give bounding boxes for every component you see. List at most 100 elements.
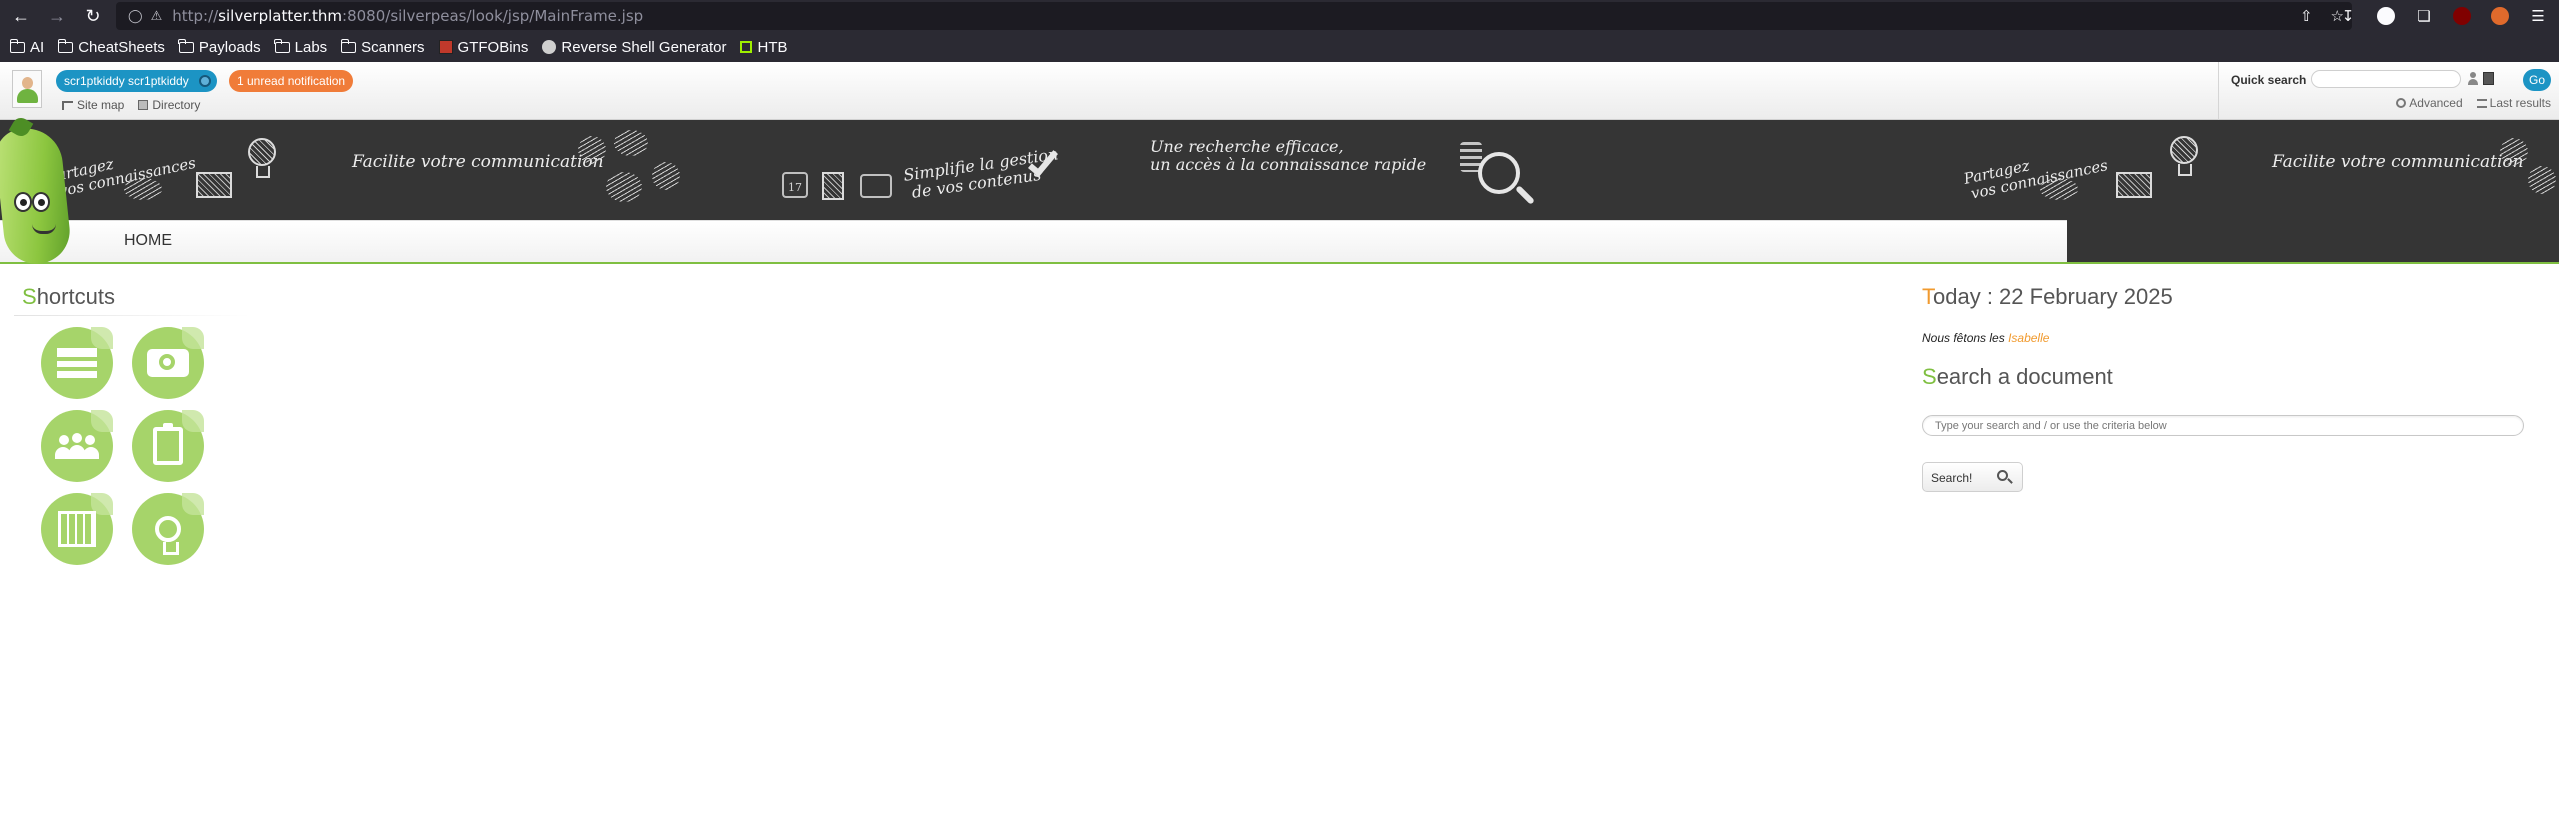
search-icon — [1997, 470, 2008, 481]
avatar-head — [22, 77, 33, 89]
ublock-icon[interactable] — [2453, 7, 2471, 25]
shortcuts-title: Shortcuts — [22, 284, 115, 310]
shortcut-calendar[interactable] — [41, 493, 113, 565]
mascot-eye-right — [32, 192, 50, 212]
search-button[interactable]: Search! — [1922, 462, 2023, 492]
downloads-icon[interactable]: ↧ — [2339, 7, 2357, 25]
quick-search-input[interactable] — [2311, 70, 2461, 88]
home-menu-item[interactable]: HOME — [124, 232, 172, 250]
bookmark-payloads[interactable]: Payloads — [178, 38, 261, 56]
silverpeas-topbar: scr1ptkiddy scr1ptkiddy 1 unread notific… — [0, 62, 2559, 120]
site-map-label: Site map — [77, 98, 125, 112]
avatar-body — [17, 89, 38, 103]
notification-badge[interactable]: 1 unread notification — [229, 70, 354, 92]
refresh-arrows-icon — [614, 130, 648, 156]
extensions-icon[interactable]: ❏ — [2415, 7, 2433, 25]
shortcut-lightbulb[interactable] — [132, 493, 204, 565]
bookmark-htb[interactable]: HTB — [740, 39, 787, 56]
calendar-sketch-icon: 17 — [782, 172, 808, 198]
site-map-icon — [62, 100, 73, 110]
magnifier-icon — [1478, 152, 1520, 194]
banner-communication-text: Facilite votre communication — [352, 152, 604, 172]
site-map-link[interactable]: Site map — [62, 98, 124, 112]
document-search-icon[interactable] — [2483, 72, 2494, 85]
banner-image-tile-2 — [2116, 172, 2152, 198]
advanced-search-link[interactable]: Advanced — [2396, 96, 2463, 110]
calendar-day: 17 — [788, 181, 802, 194]
shortcuts-title-rest: hortcuts — [36, 284, 115, 309]
community-icon — [55, 433, 99, 459]
main-menu-bar — [0, 220, 2067, 263]
folder-icon — [340, 38, 357, 53]
banner-scribble — [124, 178, 162, 200]
shortcut-camera[interactable] — [132, 327, 204, 399]
image-sketch-icon — [860, 174, 892, 198]
today-title: Today : 22 February 2025 — [1922, 284, 2173, 310]
mascot-eye-left — [14, 192, 32, 212]
menu-divider — [0, 262, 2559, 264]
person-search-icon[interactable] — [2467, 72, 2479, 86]
insecure-lock-icon[interactable]: ⚠ — [151, 8, 163, 24]
directory-label: Directory — [152, 98, 201, 112]
calendar-icon — [58, 511, 96, 547]
books-icon — [57, 348, 97, 378]
bookmark-label: Payloads — [198, 38, 261, 56]
forward-icon[interactable]: → — [42, 1, 72, 31]
bookmark-gtfobins[interactable]: GTFOBins — [438, 38, 529, 56]
banner-image-tile — [196, 172, 232, 198]
browser-toolbar: ← → ↻ ◯ ⚠ http://silverplatter.thm:8080/… — [0, 0, 2559, 32]
bookmark-ai[interactable]: AI — [9, 38, 44, 56]
url-text[interactable]: http://silverplatter.thm:8080/silverpeas… — [172, 7, 643, 25]
folder-icon — [178, 38, 194, 53]
people-sketch-icon-2 — [652, 162, 680, 190]
address-bar[interactable]: ◯ ⚠ http://silverplatter.thm:8080/silver… — [116, 2, 2352, 30]
reload-icon[interactable]: ↻ — [78, 1, 108, 31]
refresh-arrows-icon-3 — [2528, 166, 2556, 194]
share-icon[interactable]: ⇧ — [2300, 7, 2313, 25]
bookmark-reverse-shell[interactable]: Reverse Shell Generator — [542, 39, 726, 56]
people-sketch-icon-3 — [2500, 138, 2528, 166]
shortcut-clipboard[interactable] — [132, 410, 204, 482]
go-button[interactable]: Go — [2523, 69, 2551, 91]
back-icon[interactable]: ← — [6, 1, 36, 31]
bookmark-label: Reverse Shell Generator — [561, 38, 727, 56]
people-sketch-icon — [578, 136, 606, 164]
shield-icon: ◯ — [128, 8, 143, 23]
bookmarks-bar: AI CheatSheets Payloads Labs Scanners GT… — [0, 32, 2559, 62]
user-menu-button[interactable]: scr1ptkiddy scr1ptkiddy — [56, 70, 217, 92]
directory-link[interactable]: Directory — [138, 98, 200, 112]
today-title-rest: oday : 22 February 2025 — [1933, 284, 2173, 309]
bookmark-cheatsheets[interactable]: CheatSheets — [57, 38, 165, 56]
list-icon — [2476, 98, 2487, 108]
menu-icon[interactable]: ☰ — [2529, 7, 2547, 25]
document-search-input[interactable] — [1923, 416, 2523, 436]
lightbulb-icon — [248, 138, 276, 178]
shortcut-community[interactable] — [41, 410, 113, 482]
htb-cube-icon — [740, 41, 753, 53]
silverpeas-mascot-logo[interactable] — [0, 114, 73, 268]
refresh-arrows-icon-2 — [606, 172, 642, 202]
document-search-field[interactable] — [1922, 415, 2524, 436]
clipboard-icon — [153, 423, 183, 465]
feast-prefix: Nous fêtons les — [1922, 331, 2005, 345]
bookmark-labs[interactable]: Labs — [274, 38, 327, 56]
extension-h-icon[interactable] — [2377, 7, 2395, 25]
today-title-initial: T — [1922, 284, 1933, 309]
magnifier-plus-icon — [2396, 98, 2407, 108]
silverpeas-banner: Partagez vos connaissances Facilite votr… — [0, 120, 2559, 221]
camera-icon — [147, 349, 189, 377]
banner-search-text: Une recherche efficace, un accès à la co… — [1150, 137, 1427, 174]
avatar[interactable] — [12, 70, 42, 108]
user-settings-icon[interactable] — [198, 75, 211, 87]
banner-communication-text-2: Facilite votre communication — [2272, 152, 2524, 172]
foxyproxy-icon[interactable] — [2491, 7, 2509, 25]
shortcut-books[interactable] — [41, 327, 113, 399]
bookmark-label: GTFOBins — [457, 38, 529, 56]
feast-name-link[interactable]: Isabelle — [2008, 331, 2049, 345]
banner-share-text-2: Partagez vos connaissances — [1962, 156, 2110, 203]
folder-icon — [274, 38, 290, 53]
gtfobins-icon — [438, 40, 453, 54]
last-results-link[interactable]: Last results — [2476, 96, 2551, 110]
search-document-title: Search a document — [1922, 364, 2113, 390]
bookmark-scanners[interactable]: Scanners — [340, 38, 425, 56]
